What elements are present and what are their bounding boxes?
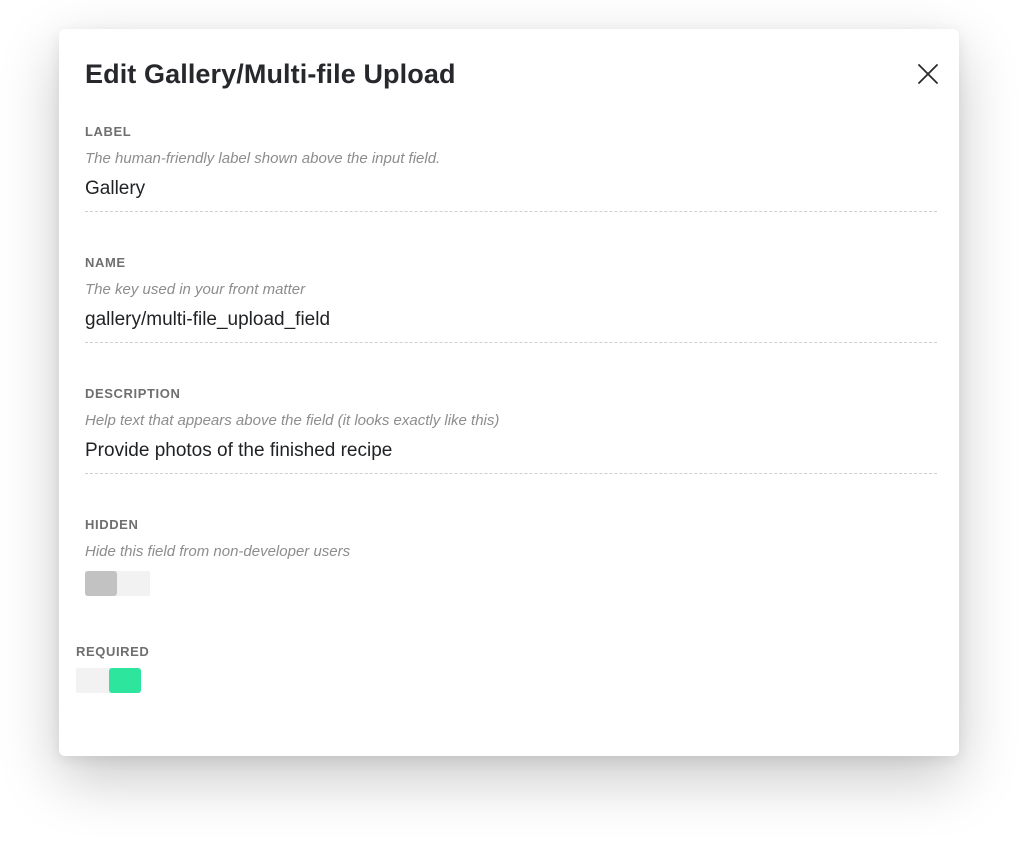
close-button[interactable] xyxy=(917,63,939,85)
edit-field-modal: Edit Gallery/Multi-file Upload LABEL The… xyxy=(59,29,959,756)
hidden-toggle-knob xyxy=(85,571,117,596)
required-toggle[interactable] xyxy=(76,668,141,693)
description-input[interactable] xyxy=(85,440,937,474)
label-field-group: LABEL The human-friendly label shown abo… xyxy=(85,124,937,212)
hidden-field-label: HIDDEN xyxy=(85,517,139,532)
label-field-help: The human-friendly label shown above the… xyxy=(85,150,441,167)
hidden-field-group: HIDDEN Hide this field from non-develope… xyxy=(85,517,937,596)
description-field-group: DESCRIPTION Help text that appears above… xyxy=(85,386,937,474)
required-toggle-knob xyxy=(109,668,141,693)
name-field-label: NAME xyxy=(85,255,126,270)
required-field-label: REQUIRED xyxy=(76,644,150,659)
description-field-label: DESCRIPTION xyxy=(85,386,181,401)
name-input[interactable] xyxy=(85,309,937,343)
modal-title: Edit Gallery/Multi-file Upload xyxy=(85,59,456,89)
name-field-help: The key used in your front matter xyxy=(85,281,306,298)
close-icon xyxy=(918,64,938,84)
hidden-toggle[interactable] xyxy=(85,571,150,596)
hidden-field-help: Hide this field from non-developer users xyxy=(85,543,351,560)
label-input[interactable] xyxy=(85,178,937,212)
label-field-label: LABEL xyxy=(85,124,132,139)
name-field-group: NAME The key used in your front matter xyxy=(85,255,937,343)
required-field-group: REQUIRED xyxy=(76,644,928,693)
description-field-help: Help text that appears above the field (… xyxy=(85,412,500,429)
